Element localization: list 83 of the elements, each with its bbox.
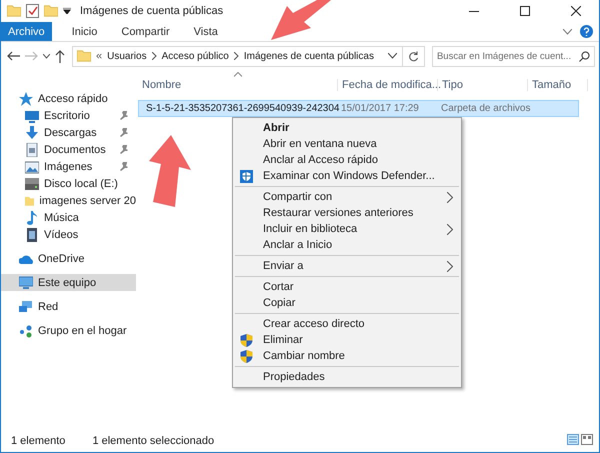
status-text: 1 elemento seleccionado <box>92 435 214 447</box>
menu-item[interactable]: Propiedades <box>233 369 461 385</box>
file-name: S-1-5-21-3535207361-2699540939-242304 <box>139 102 339 114</box>
document-icon <box>25 142 39 156</box>
sidebar-item[interactable]: OneDrive <box>1 250 136 267</box>
column-header[interactable]: Tipo <box>438 79 528 91</box>
help-icon[interactable] <box>580 25 593 38</box>
menu-item[interactable]: Compartir con <box>233 189 461 205</box>
breadcrumb[interactable]: Imágenes de cuenta públicas <box>244 50 374 62</box>
sidebar-item[interactable]: Acceso rápido <box>1 90 136 107</box>
search-icon <box>579 50 590 62</box>
folder-icon <box>7 5 21 17</box>
chevron-right-icon <box>234 52 239 60</box>
overflow-chevron[interactable]: « <box>96 50 102 62</box>
sidebar-item[interactable]: Este equipo <box>1 274 136 291</box>
menu-item[interactable]: Crear acceso directo <box>233 316 461 332</box>
shield-icon <box>240 334 253 347</box>
sidebar-item[interactable]: Escritorio <box>1 107 136 124</box>
breadcrumb[interactable]: Usuarios <box>107 50 147 62</box>
large-icons-view-icon[interactable] <box>581 434 593 445</box>
properties-check-icon[interactable] <box>26 4 39 18</box>
file-date: 15/01/2017 17:29 <box>340 103 420 114</box>
dropdown-caret-icon[interactable] <box>63 8 71 14</box>
recent-locations-button[interactable] <box>43 54 50 58</box>
folder-icon <box>77 50 91 62</box>
download-arrow-icon <box>25 126 39 140</box>
menu-item[interactable]: Examinar con Windows Defender... <box>233 168 461 184</box>
close-icon <box>571 6 581 16</box>
music-note-icon <box>25 210 39 224</box>
menu-item[interactable]: Eliminar <box>233 332 461 348</box>
back-button[interactable] <box>7 51 20 61</box>
shield-icon <box>240 350 253 363</box>
expand-ribbon-icon[interactable] <box>563 28 572 34</box>
address-bar[interactable]: « Usuarios Acceso público Imágenes de cuenta públicas <box>72 46 425 66</box>
ribbon-tab[interactable]: Compartir <box>109 22 182 41</box>
menu-item[interactable]: Cortar <box>233 279 461 295</box>
search-field[interactable]: Buscar en Imágenes de cuent... <box>432 46 595 66</box>
sidebar-item[interactable]: Imágenes <box>1 158 136 175</box>
up-button[interactable] <box>55 50 65 62</box>
menu-item[interactable]: Abrir <box>233 120 461 136</box>
minimize-icon <box>469 10 479 12</box>
ribbon-tab[interactable]: Archivo <box>1 22 52 41</box>
network-icon <box>19 300 33 314</box>
status-text: 1 elemento <box>11 435 66 447</box>
sidebar-item[interactable]: Disco local (E:) <box>1 175 136 192</box>
computer-icon <box>19 276 33 290</box>
sidebar-item[interactable]: Vídeos <box>1 226 136 243</box>
sidebar-item[interactable]: Red <box>1 298 136 315</box>
new-folder-icon <box>44 5 58 17</box>
film-icon <box>25 228 39 242</box>
menu-item[interactable]: Anclar a Inicio <box>233 237 461 253</box>
menu-item[interactable]: Copiar <box>233 295 461 311</box>
column-header[interactable]: Fecha de modifica... <box>338 79 438 91</box>
pictures-icon <box>25 160 39 174</box>
menu-item[interactable]: Abrir en ventana nueva <box>233 136 461 152</box>
shield-window-icon <box>240 170 253 183</box>
desktop-icon <box>25 108 39 122</box>
sidebar-item[interactable]: Descargas <box>1 124 136 141</box>
drive-icon <box>25 176 39 190</box>
window-title: Imágenes de cuenta públicas <box>80 5 224 17</box>
menu-item[interactable]: Restaurar versiones anteriores <box>233 205 461 221</box>
dropdown-caret-icon[interactable] <box>388 53 397 59</box>
sidebar-item[interactable]: imagenes server 20 <box>1 192 136 209</box>
people-icon <box>19 324 33 338</box>
column-header[interactable]: Nombre <box>138 79 338 91</box>
ribbon-tab[interactable]: Inicio <box>60 22 110 41</box>
menu-item[interactable]: Cambiar nombre <box>233 348 461 364</box>
sidebar-item[interactable]: Documentos <box>1 141 136 158</box>
sort-caret-icon <box>234 72 242 77</box>
column-header[interactable]: Tamaño <box>528 79 588 91</box>
sidebar-item[interactable]: Grupo en el hogar <box>1 322 136 339</box>
file-type: Carpeta de archivos <box>440 103 529 114</box>
menu-item[interactable]: Enviar a <box>233 258 461 274</box>
chevron-right-icon <box>152 52 157 60</box>
refresh-icon <box>408 50 419 62</box>
maximize-icon <box>520 6 530 16</box>
breadcrumb[interactable]: Acceso público <box>162 50 229 62</box>
file-row[interactable]: S-1-5-21-3535207361-2699540939-24230415/01/2017 17:29 Carpeta de archivos <box>138 100 579 117</box>
star-icon <box>19 92 33 106</box>
ribbon-tab[interactable]: Vista <box>182 22 230 41</box>
menu-item[interactable]: Anclar al Acceso rápido <box>233 152 461 168</box>
sidebar-item[interactable]: Música <box>1 209 136 226</box>
menu-item[interactable]: Incluir en biblioteca <box>233 221 461 237</box>
